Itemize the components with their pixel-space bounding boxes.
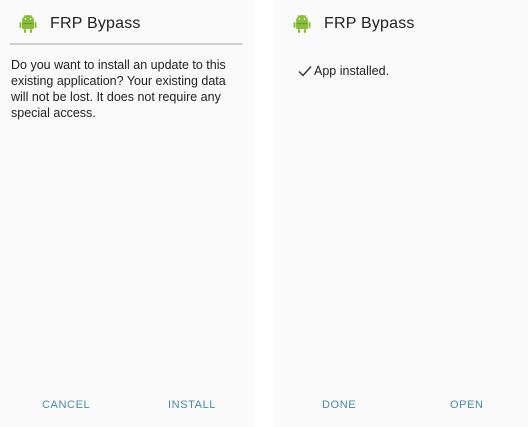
- done-button[interactable]: DONE: [322, 399, 356, 411]
- install-message: Do you want to install an update to this…: [11, 58, 226, 120]
- cancel-button[interactable]: CANCEL: [42, 399, 90, 411]
- install-button[interactable]: INSTALL: [168, 399, 216, 411]
- install-status: App installed.: [298, 64, 389, 78]
- button-bar: CANCEL INSTALL: [0, 391, 254, 427]
- checkmark-icon: [298, 66, 312, 77]
- app-title: FRP Bypass: [50, 15, 141, 32]
- header-divider: [10, 43, 242, 45]
- open-button[interactable]: OPEN: [450, 399, 484, 411]
- android-robot-icon: [293, 14, 311, 33]
- app-title: FRP Bypass: [324, 15, 415, 32]
- app-header: FRP Bypass: [0, 0, 254, 46]
- stage: FRP Bypass Do you want to install an upd…: [0, 0, 528, 427]
- app-installed-screen: FRP Bypass App installed. DONE OPEN: [274, 0, 528, 427]
- button-bar: DONE OPEN: [274, 391, 528, 427]
- app-header: FRP Bypass: [274, 0, 528, 46]
- status-text: App installed.: [314, 64, 390, 78]
- android-robot-icon: [19, 14, 37, 33]
- install-update-screen: FRP Bypass Do you want to install an upd…: [0, 0, 254, 427]
